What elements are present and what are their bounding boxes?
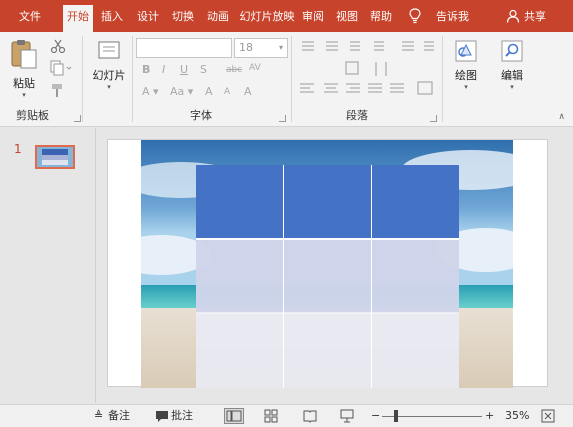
tab-animations[interactable]: 动画 <box>203 6 233 28</box>
ribbon-tab-bar: 文件 开始 插入 设计 切换 动画 幻灯片放映 审阅 视图 帮助 告诉我 共享 <box>0 0 573 32</box>
font-group-label: 字体 <box>190 109 212 122</box>
italic-icon[interactable]: I <box>162 63 165 77</box>
table-row[interactable] <box>196 313 459 388</box>
lightbulb-icon <box>409 8 421 24</box>
tab-review[interactable]: 审阅 <box>298 6 328 28</box>
shrink-font-icon[interactable]: A <box>224 85 230 99</box>
paragraph-launcher[interactable] <box>430 115 437 122</box>
font-launcher[interactable] <box>279 115 286 122</box>
editing-label: 编辑 <box>501 69 523 82</box>
search-icon <box>501 40 523 62</box>
clipboard-group-label: 剪贴板 <box>16 109 49 122</box>
slide-thumbnail[interactable] <box>35 145 75 169</box>
zoom-percent[interactable]: 35% <box>505 409 529 423</box>
zoom-in-button[interactable]: + <box>485 409 494 423</box>
tab-help[interactable]: 帮助 <box>366 6 396 28</box>
group-divider <box>82 36 83 122</box>
person-icon <box>506 9 520 23</box>
font-size-combo[interactable]: 18 ▾ <box>234 38 288 58</box>
drawing-label: 绘图 <box>455 69 477 82</box>
slideshow-icon[interactable] <box>340 409 354 423</box>
format-painter-icon[interactable] <box>50 82 66 98</box>
comment-icon <box>156 411 168 422</box>
strikethrough-icon[interactable]: abc <box>226 63 242 77</box>
slide-table[interactable] <box>196 165 460 388</box>
reading-view-icon[interactable] <box>303 409 317 423</box>
chevron-down-icon: ▾ <box>278 43 283 52</box>
slide-sorter-icon[interactable] <box>264 409 278 423</box>
notes-button[interactable]: 备注 <box>108 409 130 423</box>
shadow-icon[interactable]: S <box>200 63 207 77</box>
zoom-out-button[interactable]: − <box>371 409 380 423</box>
tab-file[interactable]: 文件 <box>12 6 48 28</box>
new-slide-label: 幻灯片 <box>92 69 126 82</box>
paste-icon <box>11 40 37 69</box>
grow-font-icon[interactable]: A <box>205 85 213 99</box>
paragraph-tools[interactable] <box>298 38 438 102</box>
cut-icon[interactable] <box>50 38 66 54</box>
new-slide-button[interactable]: 幻灯片 ▾ <box>89 38 129 91</box>
table-row[interactable] <box>196 239 459 313</box>
tab-insert[interactable]: 插入 <box>97 6 127 28</box>
underline-icon[interactable]: U <box>180 63 188 77</box>
slide-number: 1 <box>14 142 22 156</box>
paste-button[interactable]: 粘贴 ▾ <box>6 38 42 99</box>
tab-home[interactable]: 开始 <box>63 5 93 32</box>
shapes-icon <box>455 40 477 62</box>
thumbnail-preview <box>37 147 73 167</box>
editing-button[interactable]: 编辑 ▾ <box>492 38 532 91</box>
status-bar: ≜ 备注 批注 − + 35% <box>0 404 573 427</box>
bold-icon[interactable]: B <box>142 63 150 77</box>
clipboard-launcher[interactable] <box>74 115 81 122</box>
tab-design[interactable]: 设计 <box>133 6 163 28</box>
group-divider <box>291 36 292 122</box>
paste-label: 粘贴 <box>13 77 35 90</box>
fit-to-window-icon[interactable] <box>541 409 555 423</box>
font-name-combo[interactable] <box>136 38 232 58</box>
collapse-ribbon-icon[interactable]: ∧ <box>558 112 565 122</box>
paragraph-group-label: 段落 <box>346 109 368 122</box>
tab-view[interactable]: 视图 <box>332 6 362 28</box>
group-divider <box>132 36 133 122</box>
comments-button[interactable]: 批注 <box>171 409 193 423</box>
change-case-icon[interactable]: Aa ▾ <box>170 85 193 99</box>
table-header-row[interactable] <box>196 165 459 239</box>
slide-icon <box>98 41 120 59</box>
clear-format-icon[interactable]: A <box>244 85 252 99</box>
font-size-value: 18 <box>239 41 253 54</box>
share-button[interactable]: 共享 <box>524 6 546 28</box>
ribbon: 粘贴 ▾ 剪贴板 幻灯片 ▾ 18 ▾ B I U S abc AV A ▾ A… <box>0 32 573 127</box>
notes-icon: ≜ <box>94 409 104 422</box>
font-color-icon[interactable]: A ▾ <box>142 85 159 99</box>
normal-view-icon[interactable] <box>224 408 244 424</box>
tell-me-search[interactable]: 告诉我 <box>436 6 469 28</box>
group-divider <box>442 36 443 122</box>
character-spacing-icon[interactable]: AV <box>249 61 261 75</box>
tab-transitions[interactable]: 切换 <box>168 6 198 28</box>
zoom-slider-thumb[interactable] <box>393 410 398 422</box>
copy-icon[interactable] <box>50 60 72 76</box>
drawing-button[interactable]: 绘图 ▾ <box>446 38 486 91</box>
tab-slideshow[interactable]: 幻灯片放映 <box>238 6 296 28</box>
